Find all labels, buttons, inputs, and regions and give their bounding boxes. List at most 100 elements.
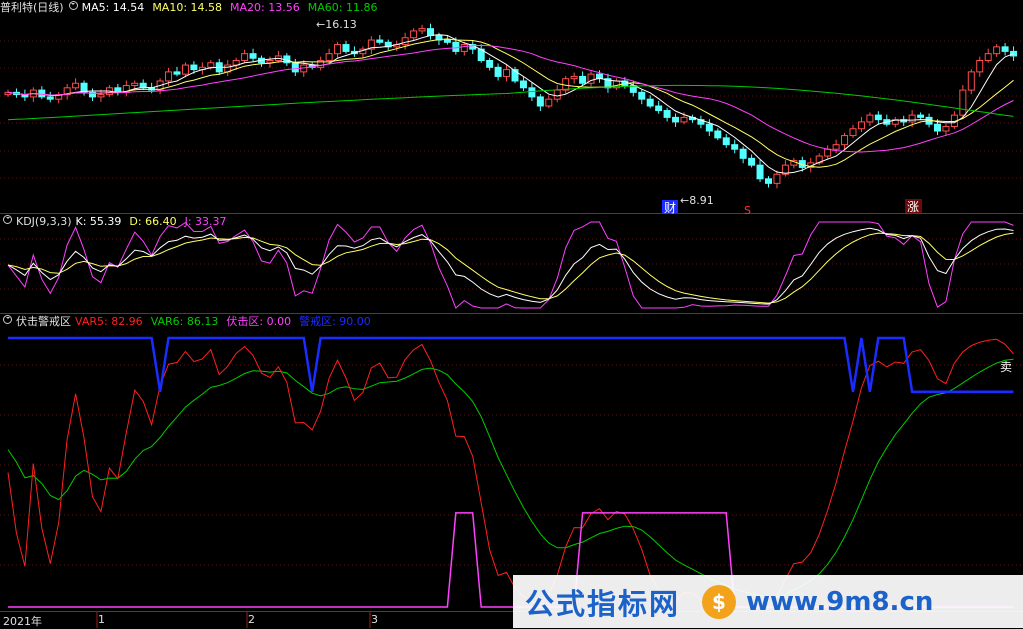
candle-body bbox=[638, 91, 646, 100]
candle-body bbox=[705, 123, 713, 132]
candle-body bbox=[443, 39, 451, 43]
candle-body bbox=[773, 173, 781, 184]
candle-body bbox=[241, 53, 249, 61]
candle-body bbox=[908, 114, 916, 123]
watermark-url: www.9m8.cn bbox=[746, 586, 934, 617]
candle-body bbox=[165, 71, 173, 82]
candle-body bbox=[739, 148, 747, 159]
dropdown-icon[interactable] bbox=[68, 1, 78, 10]
candle-body bbox=[841, 135, 849, 146]
candle-body bbox=[731, 144, 739, 150]
candle-body bbox=[984, 53, 992, 61]
ma5-label: MA5: 14.54 bbox=[81, 1, 145, 14]
dropdown-icon[interactable] bbox=[3, 215, 12, 224]
candle-body bbox=[934, 123, 941, 132]
fuji-zone-label: 伏击区: 0.00 bbox=[226, 315, 292, 328]
candle-body bbox=[765, 178, 772, 184]
candle-body bbox=[291, 62, 299, 73]
candle-body bbox=[646, 98, 654, 107]
candle-body bbox=[334, 44, 342, 55]
fuji-title[interactable]: 伏击警戒区 bbox=[16, 314, 71, 330]
ma60-label: MA60: 11.86 bbox=[307, 1, 378, 14]
candle-body bbox=[976, 60, 984, 73]
candle-body bbox=[866, 114, 874, 123]
candle-body bbox=[460, 44, 468, 52]
candle-body bbox=[190, 64, 198, 71]
candle-body bbox=[38, 89, 46, 98]
j-line bbox=[7, 221, 1014, 309]
ma10-label: MA10: 14.58 bbox=[152, 1, 223, 14]
warn-zone-label: 警戒区: 90.00 bbox=[299, 315, 371, 328]
candle-body bbox=[1010, 50, 1018, 57]
candle-body bbox=[418, 28, 426, 32]
coin-logo-icon: $ bbox=[702, 584, 737, 619]
ma20-line bbox=[7, 44, 1014, 153]
candle-body bbox=[824, 148, 832, 157]
stock-title[interactable]: 普利特(日线) bbox=[0, 0, 64, 16]
s-marker: S bbox=[744, 204, 751, 217]
candle-body bbox=[410, 30, 418, 39]
candle-body bbox=[536, 96, 544, 107]
candle-body bbox=[401, 37, 409, 46]
var6-line bbox=[7, 358, 1014, 598]
candle-body bbox=[173, 71, 181, 75]
candle-body bbox=[528, 87, 536, 98]
candle-body bbox=[452, 41, 460, 52]
candle-body bbox=[756, 164, 764, 180]
zhang-marker: 涨 bbox=[907, 199, 919, 214]
candle-body bbox=[663, 110, 671, 118]
kdj-title[interactable]: KDJ(9,3,3) bbox=[16, 214, 72, 230]
candle-body bbox=[427, 28, 434, 36]
candle-body bbox=[376, 39, 384, 43]
candle-body bbox=[655, 105, 663, 112]
candle-body bbox=[207, 62, 215, 68]
cai-marker: 财 bbox=[664, 201, 676, 215]
candle-body bbox=[519, 80, 527, 89]
candle-body bbox=[570, 75, 578, 80]
candle-body bbox=[832, 144, 840, 150]
candle-body bbox=[131, 82, 139, 87]
candle-body bbox=[114, 87, 122, 93]
candle-body bbox=[722, 137, 730, 146]
candle-body bbox=[714, 130, 722, 139]
candle-body bbox=[249, 53, 257, 59]
tick-month: 2 bbox=[248, 613, 255, 626]
tick-year: 2021年 bbox=[3, 615, 42, 628]
candle-body bbox=[494, 66, 502, 77]
sell-marker: 卖 bbox=[1000, 360, 1012, 374]
candle-body bbox=[503, 69, 511, 77]
watermark-banner: 公式指标网 $ www.9m8.cn bbox=[513, 575, 1023, 628]
d-label: D: 66.40 bbox=[129, 215, 177, 228]
candle-body bbox=[857, 121, 865, 130]
candle-body bbox=[967, 71, 975, 91]
candle-body bbox=[917, 114, 925, 118]
fuji-legend: 伏击警戒区 VAR5: 82.96 VAR6: 86.13 伏击区: 0.00 … bbox=[0, 314, 379, 330]
candle-body bbox=[874, 114, 882, 121]
candle-body bbox=[942, 125, 950, 132]
candle-body bbox=[342, 44, 350, 52]
k-label: K: 55.39 bbox=[75, 215, 122, 228]
tick-month: 1 bbox=[98, 613, 105, 626]
watermark-text: 公式指标网 bbox=[525, 586, 681, 621]
ma10-line bbox=[7, 38, 1014, 168]
candle-body bbox=[680, 116, 688, 123]
candle-body bbox=[545, 98, 553, 107]
candle-body bbox=[849, 128, 857, 137]
main-legend: 普利特(日线) MA5: 14.54 MA10: 14.58 MA20: 13.… bbox=[0, 0, 385, 16]
candle-body bbox=[553, 89, 561, 100]
candle-body bbox=[97, 94, 105, 98]
low-price-label: ←8.91 bbox=[680, 194, 714, 207]
candle-body bbox=[181, 64, 189, 75]
tick-month: 3 bbox=[371, 613, 378, 626]
candle-body bbox=[993, 46, 1001, 55]
ma20-label: MA20: 13.56 bbox=[230, 1, 300, 14]
kdj-legend: KDJ(9,3,3) K: 55.39 D: 66.40 J: 33.37 bbox=[0, 214, 235, 230]
d-line bbox=[7, 232, 1014, 304]
dropdown-icon[interactable] bbox=[3, 315, 12, 324]
candle-body bbox=[748, 157, 756, 166]
j-label: J: 33.37 bbox=[184, 215, 227, 228]
var5-label: VAR5: 82.96 bbox=[75, 315, 143, 328]
candle-body bbox=[579, 75, 587, 84]
candle-body bbox=[72, 82, 80, 89]
candle-body bbox=[325, 53, 333, 61]
